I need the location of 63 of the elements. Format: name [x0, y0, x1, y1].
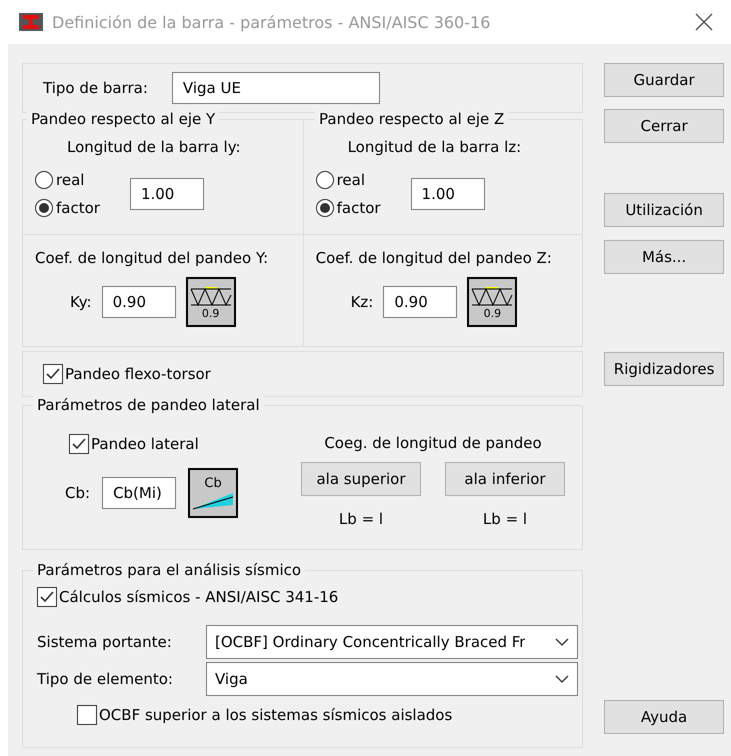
- checkbox[interactable]: [69, 434, 89, 454]
- window-title: Definición de la barra - parámetros - ANSI/AISC 360-16: [52, 12, 492, 32]
- cb-field[interactable]: Cb(Mi): [102, 477, 176, 509]
- checkbox[interactable]: [37, 587, 57, 607]
- radio-button[interactable]: [316, 171, 334, 189]
- beam-icon: [18, 11, 44, 33]
- group-title: Pandeo respecto al eje Z: [315, 110, 508, 128]
- member-type-field[interactable]: Viga UE: [172, 72, 380, 104]
- chevron-down-icon: [555, 675, 569, 683]
- field-label: Ky:: [70, 293, 92, 312]
- checkbox-label: Cálculos sísmicos - ANSI/AISC 341-16: [59, 588, 338, 606]
- chevron-down-icon: [555, 638, 569, 646]
- group-title: Parámetros de pandeo lateral: [33, 396, 264, 414]
- checkbox-label: Pandeo lateral: [91, 435, 199, 453]
- radio-label: factor: [336, 199, 381, 217]
- truss-icon: [470, 284, 514, 307]
- field-label: Sistema portante:: [37, 633, 173, 651]
- radio-button[interactable]: [316, 199, 334, 217]
- field-label: Tipo de barra:: [43, 79, 148, 97]
- dialog-button[interactable]: Guardar: [604, 63, 724, 97]
- dialog-button[interactable]: Ayuda: [604, 700, 724, 734]
- truss-icon: [188, 284, 233, 307]
- dialog-button[interactable]: Cerrar: [604, 109, 724, 143]
- field-label: Longitud de la barra ly:: [66, 138, 242, 156]
- checkbox-label: OCBF superior a los sistemas sísmicos aislados: [99, 706, 452, 724]
- field-label: Cb:: [65, 484, 90, 502]
- field-label: Tipo de elemento:: [37, 670, 174, 688]
- dialog-button[interactable]: Más...: [604, 240, 724, 274]
- checkbox[interactable]: [43, 364, 63, 384]
- buckling-length-button[interactable]: 0.9: [467, 277, 518, 328]
- flange-button[interactable]: ala superior: [301, 462, 421, 496]
- k-factor-field[interactable]: 0.90: [102, 286, 176, 318]
- dialog-button[interactable]: Rigidizadores: [604, 352, 724, 386]
- checkmark-icon: [45, 366, 61, 382]
- section-label: Coeg. de longitud de pandeo: [324, 434, 542, 452]
- checkmark-icon: [71, 436, 87, 452]
- checkbox[interactable]: [77, 705, 97, 725]
- field-label: Coef. de longitud del pandeo Y:: [35, 249, 270, 268]
- cb-button[interactable]: Cb: [188, 468, 238, 518]
- group-title: Parámetros para el análisis sísmico: [33, 561, 306, 579]
- radio-label: factor: [56, 199, 100, 217]
- checkbox-label: Pandeo flexo-torsor: [65, 365, 211, 383]
- length-field[interactable]: 1.00: [410, 178, 485, 210]
- group-title: Pandeo respecto al eje Y: [27, 110, 220, 128]
- length-value: Lb = l: [338, 510, 384, 528]
- flange-button[interactable]: ala inferior: [445, 462, 565, 496]
- field-label: Kz:: [350, 293, 374, 312]
- dialog-button[interactable]: Utilización: [604, 193, 724, 227]
- k-factor-field[interactable]: 0.90: [383, 286, 458, 318]
- buckling-length-button[interactable]: 0.9: [186, 277, 236, 328]
- dropdown[interactable]: [OCBF] Ordinary Concentrically Braced Fr: [206, 625, 578, 659]
- dropdown[interactable]: Viga: [206, 662, 578, 696]
- length-field[interactable]: 1.00: [130, 178, 204, 210]
- radio-label: real: [56, 171, 84, 189]
- radio-label: real: [336, 171, 366, 189]
- radio-button[interactable]: [35, 199, 53, 217]
- length-value: Lb = l: [482, 510, 528, 528]
- radio-button[interactable]: [35, 171, 53, 189]
- field-label: Longitud de la barra lz:: [346, 138, 522, 156]
- checkmark-icon: [39, 589, 55, 605]
- moment-diagram-icon: [191, 490, 236, 510]
- close-icon: [694, 12, 714, 32]
- field-label: Coef. de longitud del pandeo Z:: [316, 249, 553, 268]
